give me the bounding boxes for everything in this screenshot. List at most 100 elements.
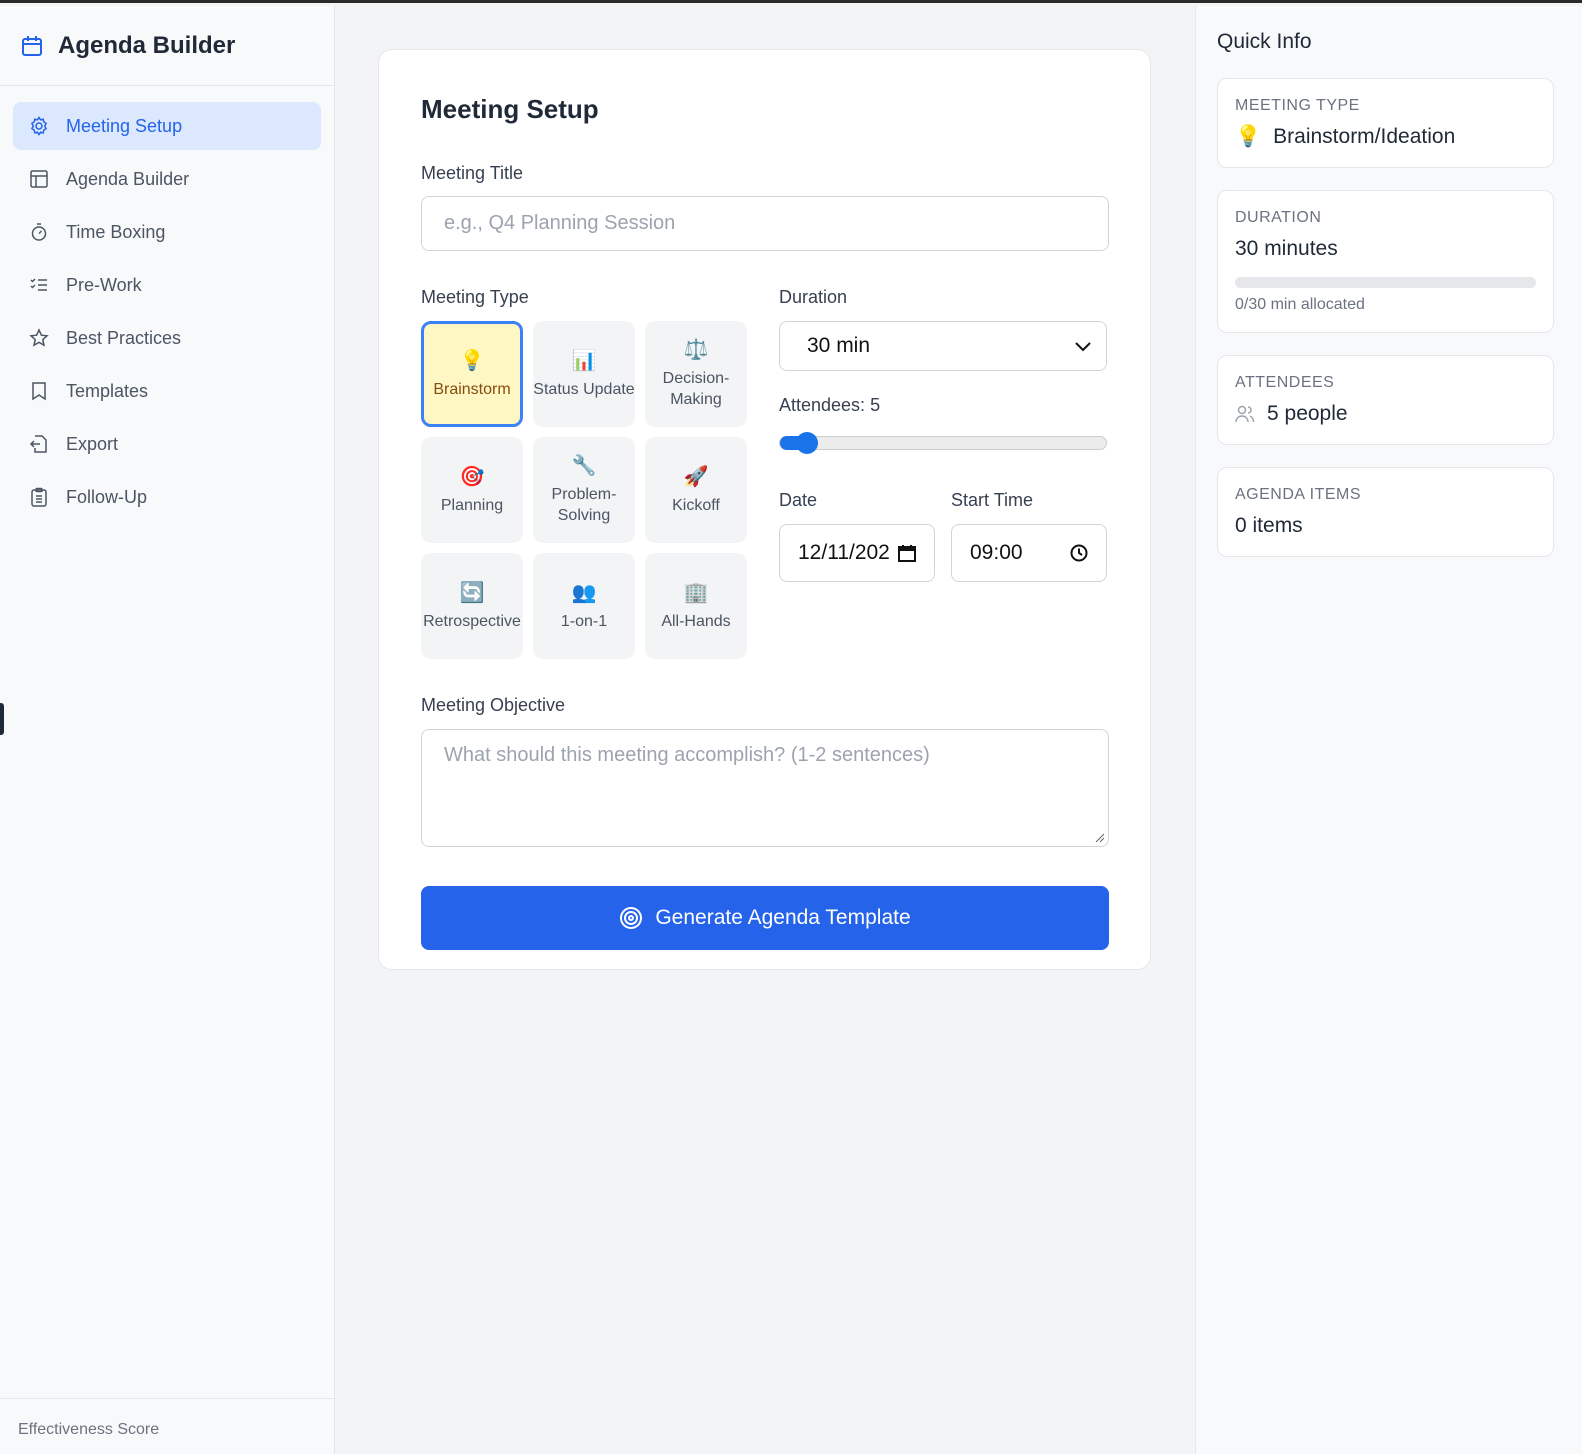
calendar-icon	[22, 35, 42, 56]
clock-icon[interactable]	[1070, 544, 1088, 562]
attendees-slider[interactable]	[779, 432, 1107, 454]
sidebar-item-pre-work[interactable]: Pre-Work	[13, 261, 321, 309]
meeting-type-label: Retrospective	[423, 612, 521, 630]
sidebar: Agenda Builder Meeting Setup Agenda Build…	[0, 6, 335, 1454]
slider-thumb[interactable]	[795, 432, 818, 454]
sidebar-item-label: Meeting Setup	[66, 115, 183, 136]
duration-label: Duration	[779, 287, 848, 307]
meeting-type-label: Problem- Solving	[551, 486, 617, 524]
date-input[interactable]: 12/11/202	[779, 524, 935, 582]
meeting-type-label: 1-on-1	[560, 612, 608, 630]
duration-value: 30 min	[807, 334, 871, 357]
start-time-label: Start Time	[951, 490, 1034, 510]
start-time-input[interactable]: 09:00	[951, 524, 1107, 582]
users-icon	[1235, 405, 1255, 423]
meeting-title-input[interactable]: e.g., Q4 Planning Session	[421, 196, 1109, 251]
time-value: 09:00	[970, 541, 1023, 564]
main-content: Meeting Setup Meeting Title e.g., Q4 Pla…	[335, 6, 1195, 1454]
meeting-type-1-on-1[interactable]: 👥 1-on-1	[533, 553, 635, 659]
meeting-type-emoji-icon: 🎯	[459, 465, 485, 488]
quick-info-title: Quick Info	[1217, 30, 1312, 53]
meeting-type-emoji-icon: 🔧	[571, 455, 597, 477]
meeting-type-grid: 💡 Brainstorm 📊 Status Update ⚖️ Decision- Maki…	[421, 321, 747, 659]
sidebar-item-label: Templates	[66, 380, 149, 401]
objective-textarea[interactable]: What should this meeting accomplish? (1-…	[421, 729, 1109, 847]
date-label: Date	[779, 490, 818, 510]
timer-icon	[31, 223, 47, 241]
sidebar-item-time-boxing[interactable]: Time Boxing	[13, 208, 321, 256]
page-title: Meeting Setup	[421, 94, 599, 124]
duration-card: DURATION 30 minutes 0/30 min allocated	[1217, 190, 1554, 333]
meeting-type-label: Brainstorm	[433, 380, 511, 398]
agenda-items-key: AGENDA ITEMS	[1235, 486, 1362, 503]
generate-agenda-button[interactable]: Generate Agenda Template	[421, 886, 1109, 950]
meeting-type-label: Decision- Making	[662, 370, 730, 408]
sidebar-nav: Meeting Setup Agenda Builder Time Boxing Pr…	[0, 86, 334, 542]
meeting-type-label: Meeting Type	[421, 287, 529, 307]
meeting-type-retrospective[interactable]: 🔄 Retrospective	[421, 553, 523, 659]
brand: Agenda Builder	[0, 6, 334, 86]
meeting-type-all-hands[interactable]: 🏢 All-Hands	[645, 553, 747, 659]
lightbulb-icon: 💡	[1235, 125, 1262, 148]
clipboard-icon	[31, 487, 47, 507]
sidebar-item-meeting-setup[interactable]: Meeting Setup	[13, 102, 321, 150]
sidebar-item-templates[interactable]: Templates	[13, 367, 321, 415]
sidebar-item-label: Best Practices	[66, 327, 182, 348]
sidebar-item-label: Export	[66, 433, 119, 454]
meeting-type-label: Kickoff	[672, 496, 720, 514]
meeting-type-emoji-icon: ⚖️	[683, 339, 709, 361]
meeting-type-emoji-icon: 🔄	[459, 581, 485, 604]
effectiveness-score-label: Effectiveness Score	[0, 1398, 334, 1454]
checklist-icon	[30, 278, 47, 291]
meeting-type-value: Brainstorm/Ideation	[1273, 125, 1456, 148]
meeting-type-emoji-icon: 📊	[571, 349, 597, 372]
meeting-setup-card: Meeting Setup Meeting Title e.g., Q4 Pla…	[378, 49, 1151, 970]
layout-icon	[30, 170, 48, 188]
sidebar-item-follow-up[interactable]: Follow-Up	[13, 473, 321, 521]
allocated-text: 0/30 min allocated	[1235, 296, 1365, 313]
target-icon	[620, 907, 643, 929]
meeting-type-emoji-icon: 💡	[459, 349, 485, 372]
chevron-down-icon	[1075, 342, 1091, 352]
sidebar-item-agenda-builder[interactable]: Agenda Builder	[13, 155, 321, 203]
attendees-label: Attendees: 5	[779, 395, 881, 415]
quick-info-panel: Quick Info MEETING TYPE 💡 Brainstorm/Idea…	[1195, 6, 1582, 1454]
sidebar-item-export[interactable]: Export	[13, 420, 321, 468]
meeting-type-problem-solving[interactable]: 🔧 Problem- Solving	[533, 437, 635, 543]
sidebar-item-label: Pre-Work	[66, 274, 142, 295]
meeting-title-label: Meeting Title	[421, 163, 524, 183]
sidebar-item-best-practices[interactable]: Best Practices	[13, 314, 321, 362]
gear-icon	[30, 116, 48, 136]
allocation-progress-bar	[1235, 277, 1536, 288]
app-title: Agenda Builder	[58, 31, 236, 59]
meeting-type-status-update[interactable]: 📊 Status Update	[533, 321, 635, 427]
meeting-type-decision-making[interactable]: ⚖️ Decision- Making	[645, 321, 747, 427]
duration-select[interactable]: 30 min	[779, 321, 1107, 371]
meeting-type-emoji-icon: 👥	[571, 581, 597, 604]
objective-label: Meeting Objective	[421, 695, 566, 715]
meeting-type-label: All-Hands	[661, 612, 731, 630]
meeting-type-brainstorm[interactable]: 💡 Brainstorm	[421, 321, 523, 427]
meeting-type-planning[interactable]: 🎯 Planning	[421, 437, 523, 543]
sidebar-item-label: Agenda Builder	[66, 168, 190, 189]
meeting-type-emoji-icon: 🚀	[683, 465, 709, 488]
calendar-picker-icon[interactable]	[898, 544, 916, 562]
attendees-card: ATTENDEES 5 people	[1217, 355, 1554, 445]
duration-value: 30 minutes	[1235, 237, 1338, 260]
export-icon	[29, 435, 47, 453]
date-value: 12/11/202	[798, 541, 890, 564]
attendees-key: ATTENDEES	[1235, 374, 1335, 391]
edge-handle[interactable]	[0, 703, 4, 735]
meeting-type-label: Planning	[440, 496, 504, 514]
agenda-items-card: AGENDA ITEMS 0 items	[1217, 467, 1554, 557]
meeting-type-emoji-icon: 🏢	[683, 581, 709, 604]
meeting-type-kickoff[interactable]: 🚀 Kickoff	[645, 437, 747, 543]
sidebar-item-label: Follow-Up	[66, 486, 148, 507]
agenda-items-value: 0 items	[1235, 514, 1303, 537]
objective-placeholder: What should this meeting accomplish? (1-…	[444, 744, 930, 766]
meeting-type-card: MEETING TYPE 💡 Brainstorm/Ideation	[1217, 78, 1554, 168]
resize-handle-icon[interactable]	[1093, 831, 1105, 843]
sidebar-item-label: Time Boxing	[66, 221, 166, 242]
meeting-type-label: Status Update	[533, 380, 635, 398]
generate-label: Generate Agenda Template	[655, 906, 911, 929]
